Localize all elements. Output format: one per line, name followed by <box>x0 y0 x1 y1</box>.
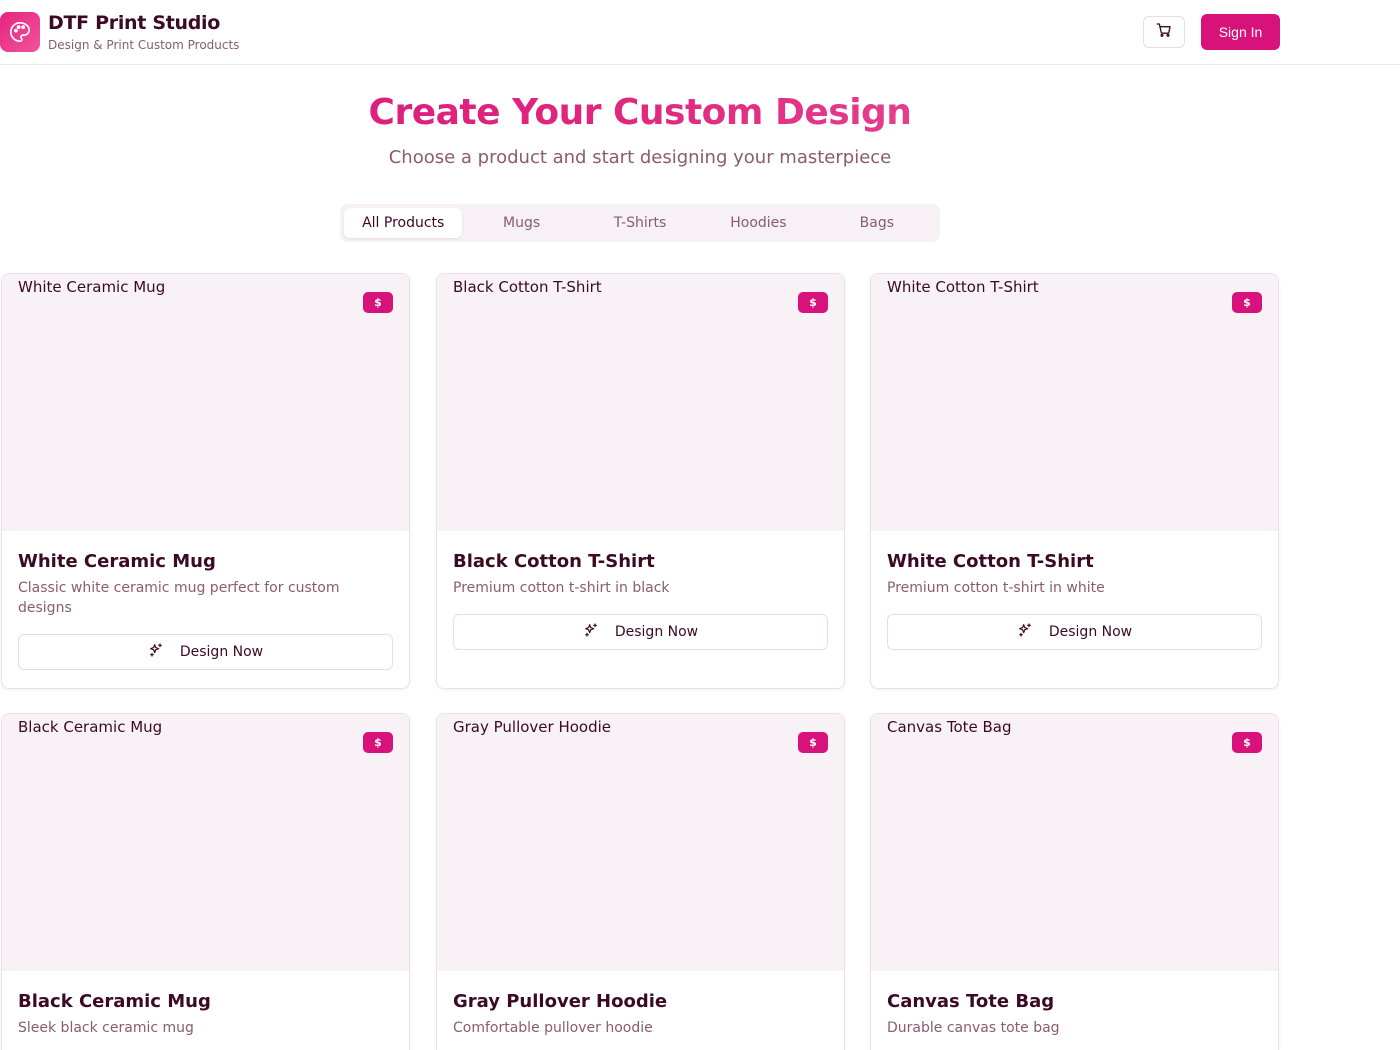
product-description: Premium cotton t-shirt in black <box>453 580 670 596</box>
price-badge: $ <box>363 292 393 313</box>
design-now-button[interactable]: Design Now <box>453 614 828 650</box>
product-card: White Ceramic Mug $ White Ceramic Mug Cl… <box>1 273 410 689</box>
product-title: Canvas Tote Bag <box>887 991 1055 1012</box>
sparkles-icon <box>148 642 164 662</box>
price-badge: $ <box>1232 292 1262 313</box>
design-now-button[interactable]: Design Now <box>887 614 1262 650</box>
category-tabs: All Products Mugs T-Shirts Hoodies Bags <box>340 204 940 242</box>
product-image-alt: Black Cotton T-Shirt <box>437 278 602 296</box>
product-card: White Cotton T-Shirt $ White Cotton T-Sh… <box>870 273 1279 689</box>
tab-all-products[interactable]: All Products <box>344 208 463 238</box>
product-description: Durable canvas tote bag <box>887 1020 1060 1036</box>
brand-title[interactable]: DTF Print Studio <box>48 12 220 34</box>
price-badge: $ <box>363 732 393 753</box>
tab-hoodies[interactable]: Hoodies <box>699 208 817 238</box>
broken-image-icon <box>2 279 18 295</box>
price-badge: $ <box>1232 732 1262 753</box>
palette-icon[interactable] <box>0 12 40 52</box>
page-subtitle: Choose a product and start designing you… <box>388 147 892 168</box>
page-title: Create Your Custom Design <box>0 92 1280 133</box>
sparkles-icon <box>1017 622 1033 642</box>
price-badge: $ <box>798 292 828 313</box>
product-image: Black Cotton T-Shirt $ <box>437 274 844 531</box>
tab-bags[interactable]: Bags <box>818 208 936 238</box>
broken-image-icon <box>871 719 887 735</box>
product-title: Black Ceramic Mug <box>18 991 211 1012</box>
broken-image-icon <box>437 719 453 735</box>
tab-t-shirts[interactable]: T-Shirts <box>581 208 699 238</box>
product-image-alt: White Cotton T-Shirt <box>871 278 1039 296</box>
product-title: White Cotton T-Shirt <box>887 551 1094 572</box>
broken-image-icon <box>871 279 887 295</box>
broken-image-icon <box>2 719 18 735</box>
product-title: Gray Pullover Hoodie <box>453 991 668 1012</box>
site-header: DTF Print Studio Design & Print Custom P… <box>0 0 1400 65</box>
product-card: Black Cotton T-Shirt $ Black Cotton T-Sh… <box>436 273 845 689</box>
design-now-label: Design Now <box>614 624 699 640</box>
design-now-label: Design Now <box>1048 624 1133 640</box>
product-title: White Ceramic Mug <box>18 551 216 572</box>
product-description: Sleek black ceramic mug <box>18 1020 194 1036</box>
product-card: Black Ceramic Mug $ Black Ceramic Mug Sl… <box>1 713 410 1050</box>
price-badge: $ <box>798 732 828 753</box>
product-title: Black Cotton T-Shirt <box>453 551 655 572</box>
product-image: White Cotton T-Shirt $ <box>871 274 1278 531</box>
sign-in-button[interactable]: Sign In <box>1201 14 1280 50</box>
product-image-alt: White Ceramic Mug <box>2 278 165 296</box>
broken-image-icon <box>437 279 453 295</box>
design-now-label: Design Now <box>179 644 264 660</box>
product-image-alt: Black Ceramic Mug <box>2 718 162 736</box>
product-image: Canvas Tote Bag $ <box>871 714 1278 971</box>
product-image: Gray Pullover Hoodie $ <box>437 714 844 971</box>
sparkles-icon <box>583 622 599 642</box>
cart-button[interactable] <box>1143 16 1185 48</box>
brand-subtitle: Design & Print Custom Products <box>48 38 240 52</box>
product-card: Gray Pullover Hoodie $ Gray Pullover Hoo… <box>436 713 845 1050</box>
product-card: Canvas Tote Bag $ Canvas Tote Bag Durabl… <box>870 713 1279 1050</box>
product-description: Premium cotton t-shirt in white <box>887 580 1105 596</box>
product-image: White Ceramic Mug $ <box>2 274 409 531</box>
cart-icon <box>1156 22 1172 42</box>
tab-mugs[interactable]: Mugs <box>462 208 580 238</box>
design-now-button[interactable]: Design Now <box>18 634 393 670</box>
product-image: Black Ceramic Mug $ <box>2 714 409 971</box>
product-description: Classic white ceramic mug perfect for cu… <box>18 580 340 616</box>
product-description: Comfortable pullover hoodie <box>453 1020 653 1036</box>
product-image-alt: Canvas Tote Bag <box>871 718 1012 736</box>
product-image-alt: Gray Pullover Hoodie <box>437 718 611 736</box>
